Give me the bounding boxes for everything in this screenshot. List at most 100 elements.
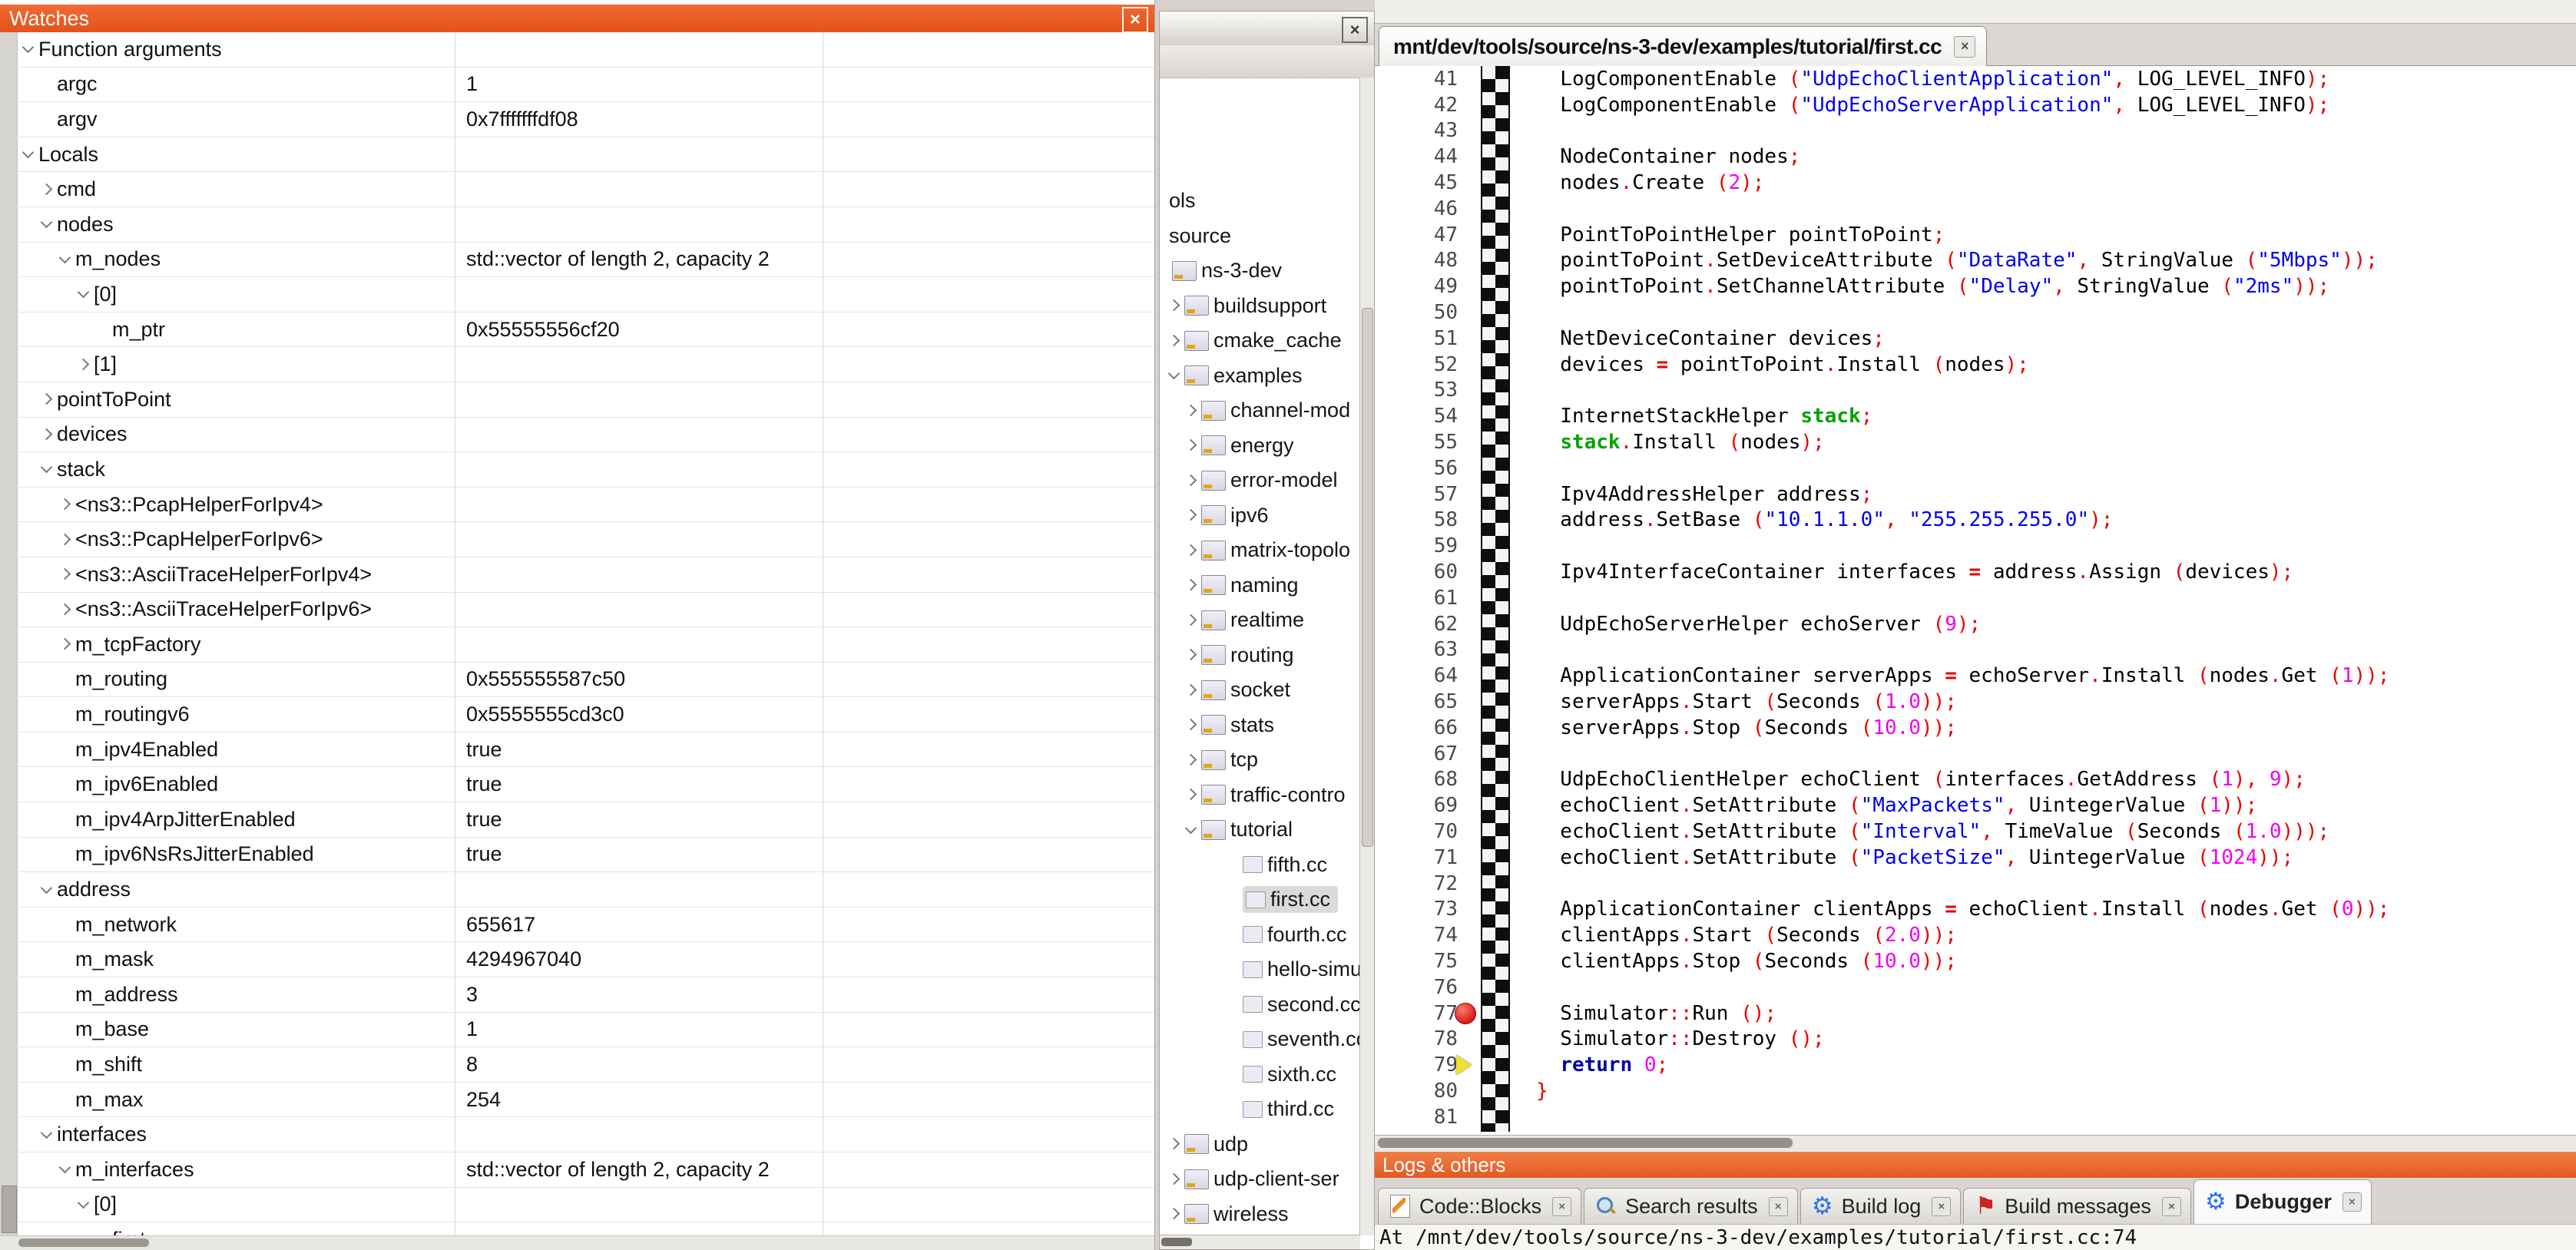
watch-row[interactable]: argv0x7fffffffdf08: [17, 102, 1154, 137]
line-number[interactable]: 49: [1375, 273, 1461, 299]
line-number[interactable]: 48: [1375, 248, 1461, 274]
watch-row[interactable]: pointToPoint: [17, 382, 1154, 418]
log-tab-build-log[interactable]: ⚙Build log×: [1800, 1188, 1962, 1224]
watch-row[interactable]: m_ipv6Enabledtrue: [17, 767, 1154, 802]
tree-item-routing[interactable]: routing: [1160, 638, 1360, 673]
line-number[interactable]: 64: [1375, 663, 1461, 689]
chevron-right-icon[interactable]: [38, 426, 55, 443]
watches-close-icon[interactable]: ×: [1122, 7, 1148, 33]
tree-item-second-cc[interactable]: second.cc: [1160, 987, 1360, 1023]
line-number[interactable]: 69: [1375, 792, 1461, 818]
chevron-right-icon[interactable]: [1166, 1171, 1183, 1188]
watch-row[interactable]: m_ipv4ArpJitterEnabledtrue: [17, 802, 1154, 838]
chevron-down-icon[interactable]: [38, 461, 55, 478]
line-number[interactable]: 76: [1375, 974, 1461, 1000]
editor-horizontal-scrollbar[interactable]: [1375, 1135, 2576, 1151]
line-number[interactable]: 80: [1375, 1078, 1461, 1104]
chevron-right-icon[interactable]: [1166, 1136, 1183, 1152]
watch-row[interactable]: m_ipv6NsRsJitterEnabledtrue: [17, 838, 1154, 873]
watches-horizontal-scrollbar-thumb[interactable]: [18, 1238, 149, 1247]
watch-row[interactable]: m_ptr0x55555556cf20: [17, 312, 1154, 348]
watches-horizontal-scrollbar[interactable]: [0, 1235, 1154, 1250]
line-number[interactable]: 50: [1375, 299, 1461, 326]
close-icon[interactable]: ×: [1932, 1197, 1951, 1216]
line-number[interactable]: 52: [1375, 352, 1461, 378]
chevron-down-icon[interactable]: [57, 1161, 74, 1178]
line-number[interactable]: 67: [1375, 741, 1461, 767]
tree-item-seventh-cc[interactable]: seventh.cc: [1160, 1022, 1360, 1057]
line-number[interactable]: 60: [1375, 559, 1461, 585]
tree-item-error-model[interactable]: error-model: [1160, 463, 1360, 498]
watch-row[interactable]: nodes: [17, 207, 1154, 243]
line-number[interactable]: 79: [1375, 1052, 1461, 1078]
watches-titlebar[interactable]: Watches ×: [0, 5, 1154, 32]
chevron-right-icon[interactable]: [1183, 507, 1200, 524]
line-number[interactable]: 68: [1375, 767, 1461, 793]
tree-item-buildsupport[interactable]: buildsupport: [1160, 289, 1360, 324]
line-number[interactable]: 56: [1375, 455, 1461, 481]
chevron-right-icon[interactable]: [1183, 646, 1200, 663]
chevron-right-icon[interactable]: [1183, 542, 1200, 559]
line-number[interactable]: 51: [1375, 326, 1461, 352]
breakpoint-icon[interactable]: [1455, 1003, 1476, 1024]
chevron-right-icon[interactable]: [38, 391, 55, 408]
chevron-down-icon[interactable]: [57, 251, 74, 268]
line-number[interactable]: 71: [1375, 845, 1461, 871]
tree-item-channel-mod[interactable]: channel-mod: [1160, 393, 1360, 428]
tree-item-naming[interactable]: naming: [1160, 568, 1360, 604]
line-number[interactable]: 65: [1375, 689, 1461, 715]
watch-row[interactable]: m_interfacesstd::vector of length 2, cap…: [17, 1152, 1154, 1188]
tree-item-traffic-contro[interactable]: traffic-contro: [1160, 778, 1360, 813]
watch-row[interactable]: <ns3::AsciiTraceHelperForIpv4>: [17, 557, 1154, 593]
line-number[interactable]: 47: [1375, 222, 1461, 248]
line-number[interactable]: 55: [1375, 429, 1461, 455]
watch-row[interactable]: m_tcpFactory: [17, 627, 1154, 663]
line-number[interactable]: 43: [1375, 118, 1461, 144]
watch-row[interactable]: m_address3: [17, 977, 1154, 1013]
watch-row[interactable]: m_network655617: [17, 908, 1154, 943]
line-number[interactable]: 72: [1375, 871, 1461, 897]
line-number[interactable]: 42: [1375, 92, 1461, 118]
chevron-right-icon[interactable]: [1166, 297, 1183, 314]
chevron-down-icon[interactable]: [1183, 822, 1200, 838]
tree-item-third-cc[interactable]: third.cc: [1160, 1092, 1360, 1127]
tree-item-udp-client-ser[interactable]: udp-client-ser: [1160, 1162, 1360, 1197]
projects-titlebar[interactable]: ×: [1160, 12, 1374, 46]
watch-row[interactable]: devices: [17, 418, 1154, 453]
editor-tab-first-cc[interactable]: mnt/dev/tools/source/ns-3-dev/examples/t…: [1379, 26, 1987, 66]
log-tab-code-blocks[interactable]: Code::Blocks×: [1378, 1188, 1581, 1224]
chevron-down-icon[interactable]: [20, 41, 37, 58]
tree-item-hello-simul[interactable]: hello-simul: [1160, 952, 1360, 987]
chevron-right-icon[interactable]: [38, 181, 55, 198]
line-number[interactable]: 53: [1375, 378, 1461, 404]
line-number[interactable]: 70: [1375, 818, 1461, 845]
log-tab-debugger[interactable]: ⚙Debugger×: [2194, 1179, 2372, 1224]
chevron-right-icon[interactable]: [1183, 437, 1200, 454]
line-number[interactable]: 46: [1375, 196, 1461, 222]
chevron-right-icon[interactable]: [1183, 786, 1200, 803]
log-tab-build-messages[interactable]: ⚑Build messages×: [1963, 1188, 2191, 1224]
chevron-down-icon[interactable]: [38, 216, 55, 233]
chevron-right-icon[interactable]: [1183, 402, 1200, 419]
line-number[interactable]: 61: [1375, 585, 1461, 611]
chevron-down-icon[interactable]: [38, 1126, 55, 1143]
chevron-down-icon[interactable]: [1166, 367, 1183, 384]
close-icon[interactable]: ×: [2162, 1197, 2181, 1216]
line-number[interactable]: 58: [1375, 508, 1461, 534]
line-number[interactable]: 81: [1375, 1104, 1461, 1130]
watch-row[interactable]: Locals: [17, 137, 1154, 173]
watch-row[interactable]: <ns3::AsciiTraceHelperForIpv6>: [17, 593, 1154, 628]
tree-item-fifth-cc[interactable]: fifth.cc: [1160, 848, 1360, 883]
projects-horizontal-scrollbar[interactable]: [1160, 1235, 1360, 1249]
watch-row[interactable]: <ns3::PcapHelperForIpv6>: [17, 522, 1154, 557]
line-number[interactable]: 41: [1375, 66, 1461, 92]
watch-row[interactable]: cmd: [17, 172, 1154, 207]
chevron-right-icon[interactable]: [1183, 716, 1200, 733]
chevron-right-icon[interactable]: [57, 531, 74, 548]
line-number[interactable]: 54: [1375, 403, 1461, 429]
line-number[interactable]: 57: [1375, 481, 1461, 508]
line-number[interactable]: 45: [1375, 170, 1461, 196]
chevron-down-icon[interactable]: [75, 1196, 92, 1213]
tree-item-fourth-cc[interactable]: fourth.cc: [1160, 918, 1360, 953]
watch-row[interactable]: address: [17, 872, 1154, 908]
